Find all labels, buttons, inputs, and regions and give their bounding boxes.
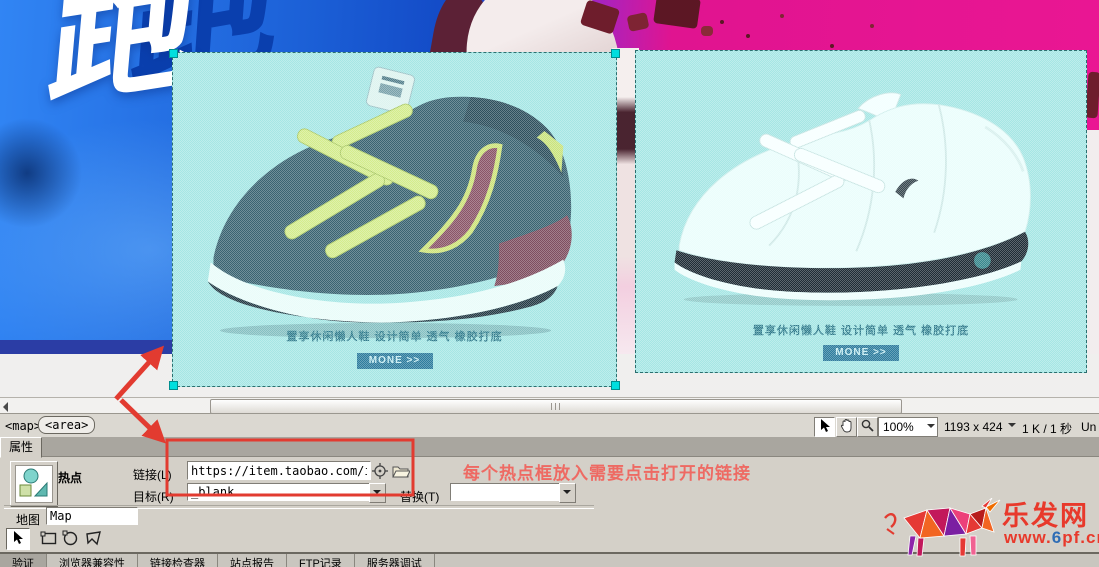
- target-dropdown-arrow[interactable]: [369, 483, 386, 503]
- debris-rock: [1085, 72, 1099, 119]
- map-label: 地图: [16, 511, 40, 528]
- selection-handle-top-right[interactable]: [611, 49, 620, 58]
- selection-handle-bottom-left[interactable]: [169, 381, 178, 390]
- logo-url: www.6pf.cn: [1004, 528, 1099, 548]
- cursor-arrow-icon: [12, 531, 24, 545]
- properties-tab[interactable]: 属性: [0, 437, 42, 458]
- product-caption: 置享休闲懒人鞋 设计简单 透气 橡胶打底: [636, 322, 1086, 338]
- browse-folder-icon[interactable]: [392, 464, 410, 478]
- debris-rock: [653, 0, 701, 29]
- results-tab-validation[interactable]: 验证: [0, 554, 47, 567]
- cursor-arrow-icon: [819, 419, 831, 433]
- alt-select[interactable]: [450, 483, 563, 501]
- status-bar: <map> <area> 1193 x 424 1 K / 1 秒 Un: [0, 413, 1099, 438]
- rectangle-hotspot-tool[interactable]: [40, 531, 58, 546]
- logo-url-six: 6: [1052, 528, 1062, 547]
- point-to-file-icon[interactable]: [372, 463, 388, 479]
- logo-url-rest: pf.cn: [1062, 528, 1099, 547]
- panel-tab-strip: 属性: [0, 437, 1099, 457]
- hand-tool-button[interactable]: [836, 417, 857, 437]
- target-label: 目标(R): [133, 488, 174, 505]
- more-button[interactable]: MONE >>: [823, 345, 899, 361]
- document-size-label[interactable]: 1193 x 424: [944, 420, 1003, 434]
- scrollbar-left-arrow[interactable]: [1, 400, 13, 412]
- chevron-down-icon[interactable]: [927, 424, 935, 432]
- debris-rock: [701, 26, 713, 36]
- horizontal-scrollbar[interactable]: [0, 397, 1099, 414]
- selection-handle-bottom-right[interactable]: [611, 381, 620, 390]
- image-map-hotspot-right[interactable]: 置享休闲懒人鞋 设计简单 透气 橡胶打底 MONE >>: [635, 50, 1087, 373]
- logo-url-www: www.: [1004, 528, 1052, 547]
- target-select[interactable]: [187, 483, 371, 501]
- product-caption: 置享休闲懒人鞋 设计简单 透气 橡胶打底: [173, 328, 616, 344]
- annotation-text: 每个热点框放入需要点击打开的链接: [463, 459, 751, 484]
- bull-logo-icon: [882, 498, 1002, 560]
- more-button[interactable]: MONE >>: [357, 353, 433, 369]
- pointer-hotspot-tool[interactable]: [6, 528, 30, 550]
- scrollbar-thumb[interactable]: [210, 399, 902, 414]
- image-map-hotspot-left[interactable]: 置享休闲懒人鞋 设计简单 透气 橡胶打底 MONE >>: [172, 52, 617, 387]
- alt-label: 替换(T): [400, 488, 439, 505]
- tag-selector-area[interactable]: <area>: [38, 416, 95, 434]
- results-tab-site-reports[interactable]: 站点报告: [218, 554, 287, 567]
- polygon-hotspot-tool[interactable]: [84, 530, 103, 547]
- hotspot-shapes-icon: [16, 466, 50, 500]
- hand-icon: [840, 419, 853, 433]
- hotspot-label: 热点: [58, 469, 82, 486]
- dreamweaver-window: 跑 跑: [0, 0, 1099, 567]
- right-shoe-image: [656, 65, 1064, 315]
- selection-handle-top-left[interactable]: [169, 49, 178, 58]
- file-size-time-label: 1 K / 1 秒: [1022, 420, 1072, 437]
- oval-hotspot-tool[interactable]: [62, 530, 79, 547]
- results-tab-link-checker[interactable]: 链接检查器: [138, 554, 218, 567]
- results-tab-server-debug[interactable]: 服务器调试: [355, 554, 435, 567]
- encoding-label: Un: [1081, 420, 1096, 434]
- scrollbar-grip: [551, 403, 561, 410]
- watermark-logo: 乐发网 www.6pf.cn: [882, 498, 1096, 560]
- tag-selector-map[interactable]: <map>: [5, 419, 41, 433]
- size-dropdown-arrow-icon[interactable]: [1008, 423, 1016, 431]
- zoom-tool-button[interactable]: [857, 417, 878, 437]
- results-tab-ftp-log[interactable]: FTP记录: [287, 554, 355, 567]
- select-tool-button[interactable]: [814, 417, 835, 437]
- magnifier-icon: [861, 419, 874, 432]
- debris-rock: [627, 12, 650, 32]
- link-input[interactable]: [187, 461, 371, 480]
- banner-right-edge: [1086, 130, 1099, 354]
- zoom-level-input[interactable]: [881, 419, 923, 435]
- map-name-input[interactable]: [46, 507, 138, 525]
- hotspot-thumbnail-button[interactable]: [10, 461, 58, 507]
- results-tab-browser-compat[interactable]: 浏览器兼容性: [47, 554, 138, 567]
- debris-specks: [720, 20, 724, 24]
- left-shoe-image: [187, 59, 603, 343]
- alt-dropdown-arrow[interactable]: [559, 483, 576, 503]
- link-label: 链接(L): [133, 466, 172, 483]
- zoom-level-combo[interactable]: [878, 417, 938, 437]
